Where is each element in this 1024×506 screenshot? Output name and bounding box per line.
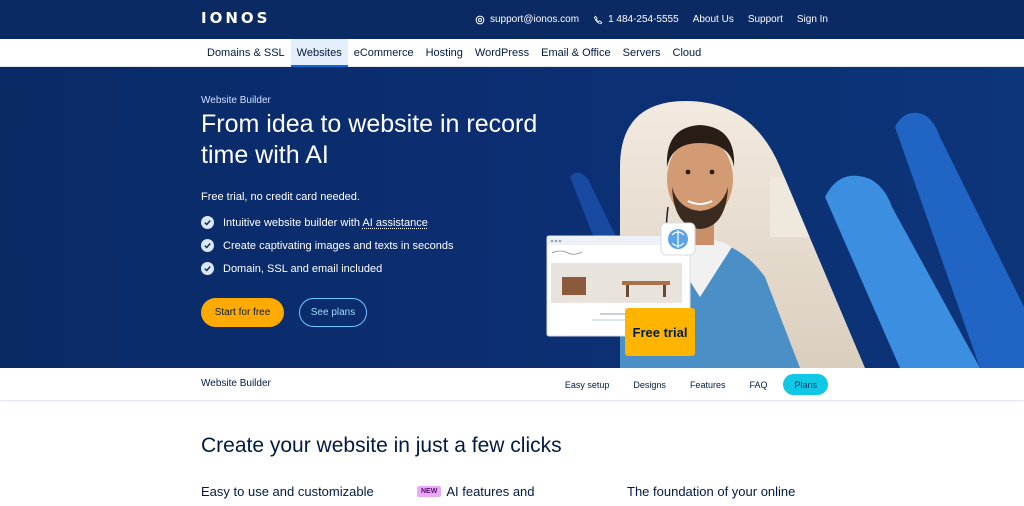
plans-button[interactable]: Plans <box>783 374 828 395</box>
phone-icon <box>593 15 603 24</box>
ionos-logo[interactable]: IONOS <box>201 9 270 27</box>
about-us-link[interactable]: About Us <box>693 14 734 25</box>
support-email-link[interactable]: support@ionos.com <box>475 14 579 25</box>
subnav-link-easy-setup[interactable]: Easy setup <box>553 380 622 390</box>
sign-in-link[interactable]: Sign In <box>797 14 828 25</box>
check-icon <box>201 262 214 275</box>
subnav-link-features[interactable]: Features <box>678 380 738 390</box>
nav-item-email-office[interactable]: Email & Office <box>535 39 617 67</box>
support-email-text: support@ionos.com <box>489 14 580 25</box>
free-trial-badge-text: Free trial <box>633 325 688 340</box>
feature-item: Domain, SSL and email included <box>201 257 454 280</box>
new-badge: NEW <box>417 486 442 497</box>
section-title: Create your website in just a few clicks <box>201 434 562 457</box>
hero-section: Website Builder From idea to website in … <box>0 67 1024 368</box>
start-for-free-button[interactable]: Start for free <box>201 298 284 327</box>
feature-item: Intuitive website builder with AI assist… <box>201 211 454 234</box>
check-icon <box>201 239 214 252</box>
support-link[interactable]: Support <box>748 14 783 25</box>
column-heading: The foundation of your online <box>627 484 796 499</box>
feature-item: Create captivating images and texts in s… <box>201 234 454 257</box>
nav-item-ecommerce[interactable]: eCommerce <box>348 39 420 67</box>
hero-subtitle: Free trial, no credit card needed. <box>201 191 360 203</box>
nav-item-websites[interactable]: Websites <box>290 39 348 67</box>
ai-brain-icon <box>660 222 696 256</box>
nav-item-domains[interactable]: Domains & SSL <box>201 39 291 67</box>
feature-text: Domain, SSL and email included <box>223 262 383 275</box>
feature-list: Intuitive website builder with AI assist… <box>201 211 454 280</box>
column-heading: Easy to use and customizable <box>201 484 374 499</box>
top-links: support@ionos.com 1 484-254-5555 About U… <box>475 0 828 39</box>
subnav-title: Website Builder <box>201 378 271 389</box>
ai-assistance-link[interactable]: AI assistance <box>362 217 427 229</box>
hero-title: From idea to website in record time with… <box>201 110 538 169</box>
main-nav: Domains & SSL Websites eCommerce Hosting… <box>0 39 1024 67</box>
phone-link[interactable]: 1 484-254-5555 <box>593 14 679 25</box>
feature-text: Create captivating images and texts in s… <box>223 239 454 252</box>
subnav-link-designs[interactable]: Designs <box>621 380 678 390</box>
subnav-link-faq[interactable]: FAQ <box>737 380 779 390</box>
check-icon <box>201 216 214 229</box>
top-bar: IONOS support@ionos.com 1 484-254-5555 A… <box>0 0 1024 39</box>
email-icon <box>475 15 485 24</box>
nav-item-servers[interactable]: Servers <box>617 39 667 67</box>
phone-text: 1 484-254-5555 <box>608 14 679 25</box>
product-subnav: Website Builder Easy setup Designs Featu… <box>0 368 1024 401</box>
nav-item-wordpress[interactable]: WordPress <box>469 39 535 67</box>
hero-illustration: Free trial <box>546 101 1024 368</box>
feature-text: Intuitive website builder with AI assist… <box>223 216 428 229</box>
nav-item-hosting[interactable]: Hosting <box>420 39 469 67</box>
column-heading: NEW AI features and <box>417 484 535 499</box>
nav-item-cloud[interactable]: Cloud <box>667 39 708 67</box>
hero-eyebrow: Website Builder <box>201 95 271 106</box>
see-plans-button[interactable]: See plans <box>299 298 367 327</box>
